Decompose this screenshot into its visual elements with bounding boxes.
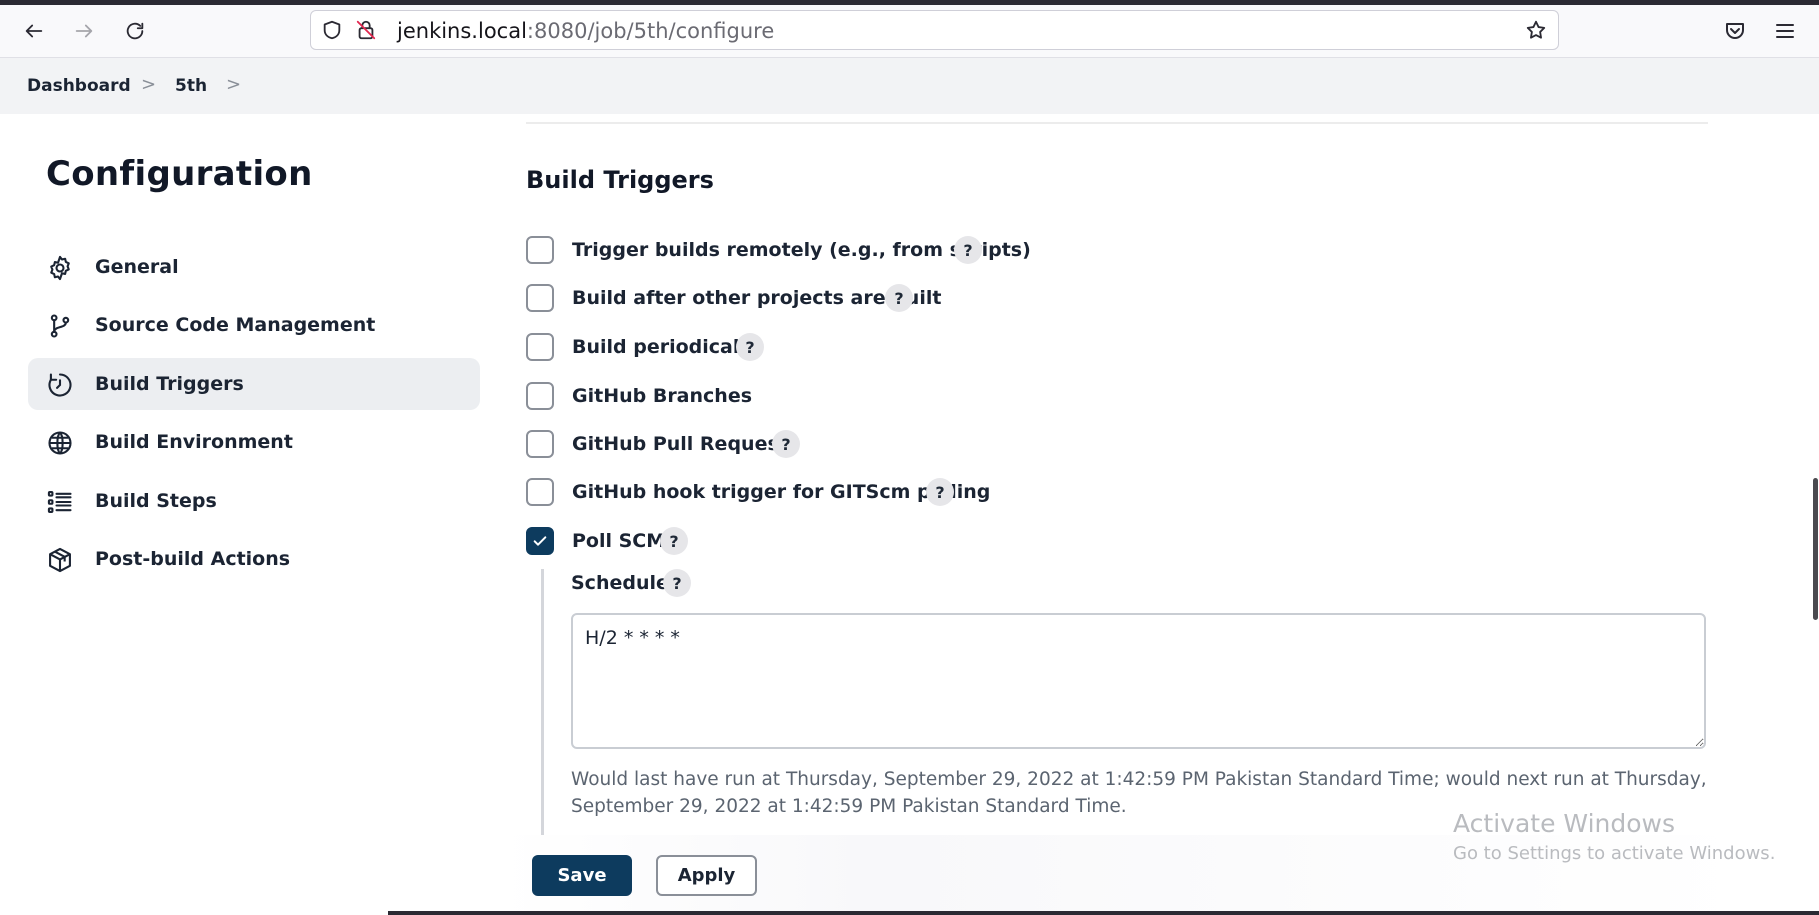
trigger-remote-checkbox[interactable] xyxy=(526,236,554,264)
sidebar-item-post-build-actions[interactable]: Post-build Actions xyxy=(28,533,480,585)
breadcrumb-separator[interactable]: > xyxy=(226,74,241,95)
url-text[interactable]: jenkins.local:8080/job/5th/configure xyxy=(397,19,774,43)
arrow-right-icon xyxy=(75,24,93,38)
help-icon[interactable]: ? xyxy=(954,236,982,264)
sidebar-item-build-triggers[interactable]: Build Triggers xyxy=(28,358,480,410)
gear-icon xyxy=(50,255,70,281)
sidebar-item-label: Build Triggers xyxy=(95,373,244,395)
main-content: Configuration General Source Code Manage… xyxy=(0,114,1819,915)
back-button[interactable] xyxy=(18,15,50,47)
build-periodically-checkbox[interactable] xyxy=(526,333,554,361)
hamburger-menu-icon[interactable] xyxy=(1773,19,1797,43)
url-path: :8080/job/5th/configure xyxy=(526,19,775,43)
sidebar-item-source-code-management[interactable]: Source Code Management xyxy=(28,299,480,351)
shield-icon[interactable] xyxy=(321,19,343,41)
help-icon[interactable]: ? xyxy=(660,527,688,555)
globe-icon xyxy=(48,431,72,455)
section-heading: Build Triggers xyxy=(526,166,714,194)
breadcrumb-separator: > xyxy=(141,74,157,95)
github-pull-requests-checkbox[interactable] xyxy=(526,430,554,458)
sidebar-item-label: Source Code Management xyxy=(95,314,376,336)
forward-button[interactable] xyxy=(68,15,100,47)
pocket-icon[interactable] xyxy=(1723,19,1747,43)
help-icon[interactable]: ? xyxy=(926,478,954,506)
breadcrumb-dashboard[interactable]: Dashboard xyxy=(27,76,131,96)
help-icon[interactable]: ? xyxy=(885,284,913,312)
checkmark-icon xyxy=(533,536,547,546)
url-host: jenkins.local xyxy=(397,19,527,43)
build-after-other-projects-checkbox[interactable] xyxy=(526,284,554,312)
sidebar-item-general[interactable]: General xyxy=(28,241,480,293)
schedule-label: Schedule xyxy=(571,572,669,594)
section-divider xyxy=(526,122,1708,124)
sidebar-item-build-steps[interactable]: Build Steps xyxy=(28,475,480,527)
schedule-help-icon[interactable]: ? xyxy=(663,569,691,597)
breadcrumb: Dashboard > 5th > xyxy=(0,58,1819,114)
apply-button[interactable]: Apply xyxy=(656,855,757,896)
sidebar-item-label: Build Steps xyxy=(95,490,217,512)
git-branch-icon xyxy=(50,314,70,338)
list-icon xyxy=(47,491,72,513)
activate-windows-subtitle: Go to Settings to activate Windows. xyxy=(1453,843,1776,864)
page-scrollbar[interactable] xyxy=(1813,478,1818,620)
poll-scm-checkbox[interactable] xyxy=(526,527,554,555)
bookmark-star-icon[interactable] xyxy=(1525,19,1547,41)
trigger-option-label[interactable]: Poll SCM xyxy=(572,530,665,552)
trigger-option-label[interactable]: GitHub Pull Requests xyxy=(572,433,799,455)
window-bottom-edge xyxy=(388,911,1819,915)
address-bar[interactable]: jenkins.local:8080/job/5th/configure xyxy=(310,10,1559,50)
arrow-left-icon xyxy=(25,24,43,38)
browser-toolbar: jenkins.local:8080/job/5th/configure xyxy=(0,5,1819,58)
help-icon[interactable]: ? xyxy=(772,430,800,458)
reload-icon xyxy=(126,22,144,40)
timer-icon xyxy=(48,373,72,397)
sidebar-item-label: Post-build Actions xyxy=(95,548,291,570)
activate-windows-title: Activate Windows xyxy=(1453,809,1675,838)
reload-button[interactable] xyxy=(119,15,151,47)
sidebar-item-label: General xyxy=(95,256,179,278)
github-branches-checkbox[interactable] xyxy=(526,382,554,410)
trigger-option-label[interactable]: Build periodically xyxy=(572,336,758,358)
trigger-option-label[interactable]: GitHub Branches xyxy=(572,385,752,407)
sidebar-item-label: Build Environment xyxy=(95,431,293,453)
schedule-label-text: Schedule xyxy=(571,572,669,594)
schedule-textarea[interactable]: H/2 * * * * xyxy=(571,613,1706,749)
help-icon[interactable]: ? xyxy=(736,333,764,361)
save-button[interactable]: Save xyxy=(532,855,632,896)
page-title: Configuration xyxy=(46,154,313,194)
github-hook-trigger-checkbox[interactable] xyxy=(526,478,554,506)
insecure-lock-icon[interactable] xyxy=(355,19,377,41)
package-icon xyxy=(49,547,71,573)
breadcrumb-job[interactable]: 5th xyxy=(175,76,207,96)
sidebar-item-build-environment[interactable]: Build Environment xyxy=(28,416,480,468)
